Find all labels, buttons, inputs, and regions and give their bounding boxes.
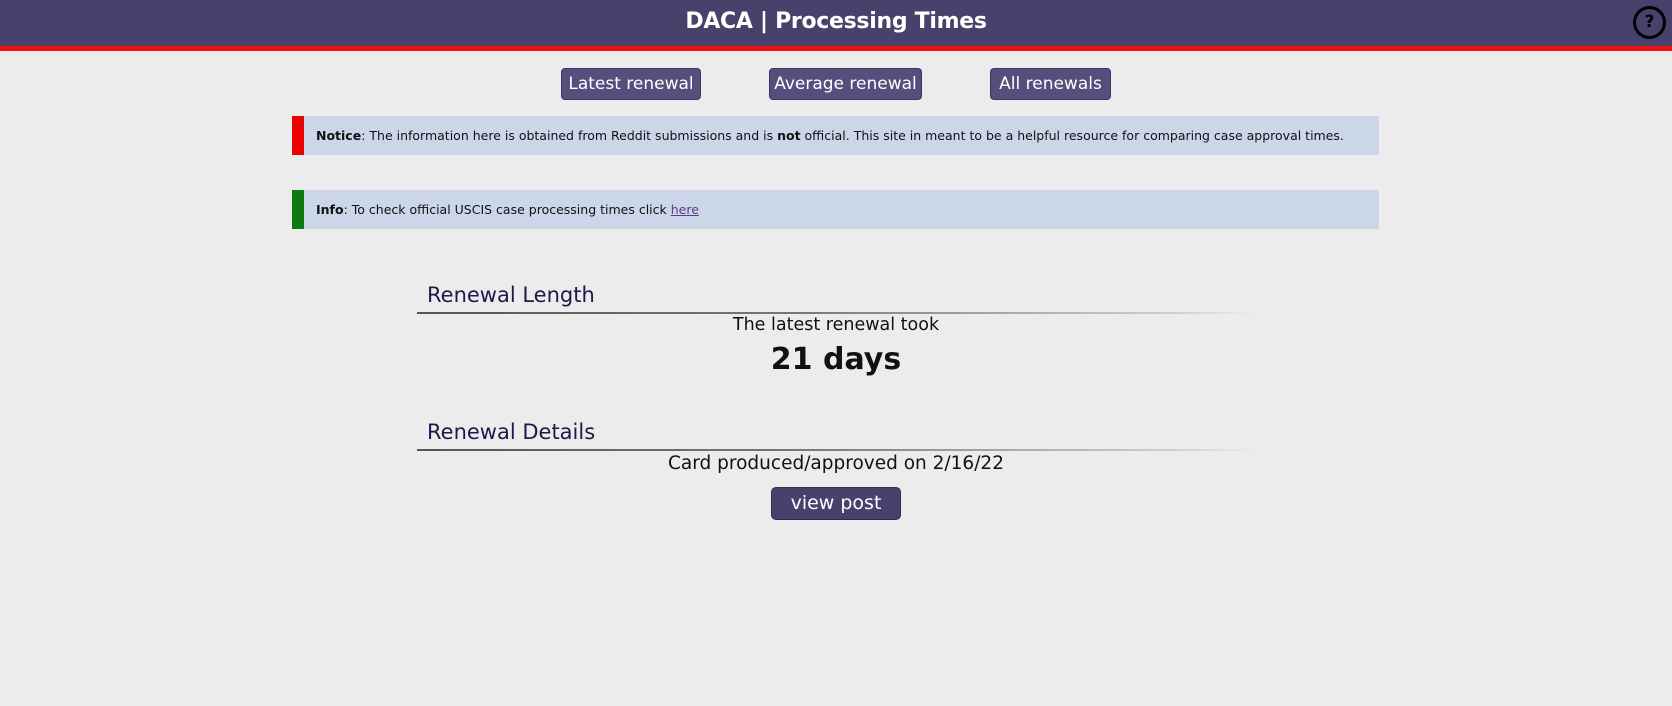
notice-accent-bar: [292, 116, 304, 155]
info-accent-bar: [292, 190, 304, 229]
approved-date-text: Card produced/approved on 2/16/22: [668, 453, 1004, 474]
latest-renewal-button[interactable]: Latest renewal: [561, 68, 701, 100]
heading-divider: [417, 449, 1257, 451]
average-renewal-button[interactable]: Average renewal: [769, 68, 922, 100]
info-alert: Info: To check official USCIS case proce…: [292, 190, 1379, 229]
page-title: DACA | Processing Times: [685, 9, 987, 34]
app-header: DACA | Processing Times ?: [0, 0, 1672, 51]
help-icon[interactable]: ?: [1633, 6, 1666, 39]
renewal-days-value: 21 days: [770, 342, 902, 377]
notice-label: Notice: [316, 128, 362, 143]
renewal-nav: Latest renewal Average renewal All renew…: [0, 68, 1672, 100]
renewal-length-title: Renewal Length: [427, 283, 595, 307]
notice-bold-word: not: [777, 128, 801, 143]
uscis-link[interactable]: here: [671, 202, 699, 217]
info-label: Info: [316, 202, 344, 217]
notice-text: : The information here is obtained from …: [361, 128, 778, 143]
renewal-details-heading: Renewal Details: [417, 418, 1257, 451]
heading-divider: [417, 312, 1257, 314]
renewal-length-heading: Renewal Length: [417, 281, 1257, 314]
notice-text-end: official. This site in meant to be a hel…: [800, 128, 1344, 143]
notice-alert: Notice: The information here is obtained…: [292, 116, 1379, 155]
all-renewals-button[interactable]: All renewals: [990, 68, 1111, 100]
info-text: : To check official USCIS case processin…: [343, 202, 671, 217]
latest-renewal-caption: The latest renewal took: [732, 315, 940, 335]
view-post-button[interactable]: view post: [771, 487, 901, 520]
renewal-details-title: Renewal Details: [427, 420, 596, 444]
